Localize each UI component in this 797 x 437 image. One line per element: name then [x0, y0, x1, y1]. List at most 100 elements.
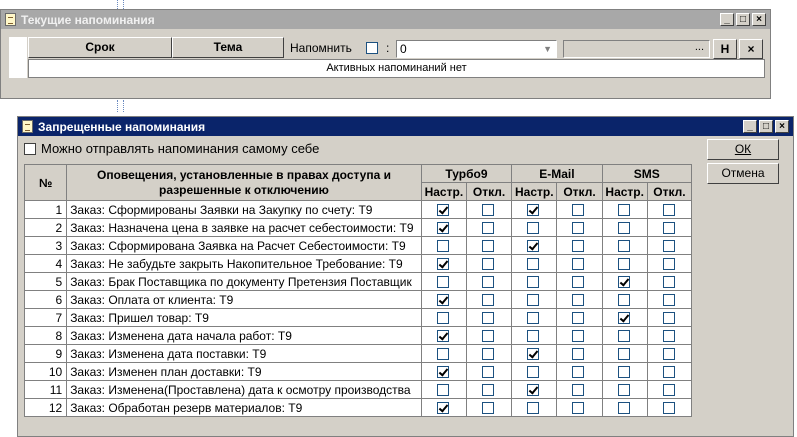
table-row[interactable]: 1 Заказ: Сформированы Заявки на Закупку п… [23, 200, 693, 219]
sms-setting-checkbox[interactable] [617, 276, 630, 288]
email-setting-header[interactable]: Настр. [511, 182, 558, 201]
turbo9-off-header[interactable]: Откл. [465, 182, 513, 201]
sms-off-checkbox[interactable] [662, 330, 675, 342]
reminders-titlebar[interactable]: Текущие напоминания _ □ × [1, 10, 770, 29]
sms-off-checkbox[interactable] [662, 222, 675, 234]
turbo9-off-checkbox[interactable] [481, 402, 494, 414]
turbo9-off-checkbox[interactable] [481, 330, 494, 342]
sms-off-checkbox[interactable] [662, 240, 675, 252]
turbo9-setting-checkbox[interactable] [436, 366, 449, 378]
turbo9-setting-header[interactable]: Настр. [420, 182, 467, 201]
email-setting-checkbox[interactable] [527, 294, 540, 306]
table-row[interactable]: 2 Заказ: Назначена цена в заявке на расче… [23, 218, 693, 237]
turbo9-off-checkbox[interactable] [481, 240, 494, 252]
turbo9-off-checkbox[interactable] [481, 294, 494, 306]
maximize-icon[interactable]: □ [759, 120, 773, 133]
sms-off-checkbox[interactable] [662, 402, 675, 414]
sms-off-checkbox[interactable] [662, 312, 675, 324]
sms-setting-header[interactable]: Настр. [601, 182, 648, 201]
email-setting-checkbox[interactable] [527, 402, 540, 414]
email-off-checkbox[interactable] [572, 366, 585, 378]
email-off-checkbox[interactable] [572, 204, 585, 216]
turbo9-off-checkbox[interactable] [481, 258, 494, 270]
email-off-checkbox[interactable] [572, 312, 585, 324]
close-icon[interactable]: × [752, 13, 766, 26]
turbo9-setting-checkbox[interactable] [436, 294, 449, 306]
email-setting-checkbox[interactable] [527, 366, 540, 378]
self-send-checkbox[interactable] [24, 143, 36, 155]
splitter-handle[interactable] [117, 0, 124, 9]
sms-off-header[interactable]: Откл. [646, 182, 693, 201]
email-off-checkbox[interactable] [572, 222, 585, 234]
email-setting-checkbox[interactable] [527, 204, 540, 216]
ok-button[interactable]: ОК [707, 139, 779, 160]
email-setting-checkbox[interactable] [527, 348, 540, 360]
col-subject-header[interactable]: Тема [172, 37, 284, 58]
remind-date-field[interactable]: ... [563, 40, 710, 58]
col-num-header[interactable]: № [23, 164, 68, 201]
sms-setting-checkbox[interactable] [617, 384, 630, 396]
sms-setting-checkbox[interactable] [617, 312, 630, 324]
table-row[interactable]: 12 Заказ: Обработан резерв материалов: Т9 [23, 398, 693, 417]
sms-off-checkbox[interactable] [662, 258, 675, 270]
email-off-checkbox[interactable] [572, 402, 585, 414]
turbo9-setting-checkbox[interactable] [436, 222, 449, 234]
sms-off-checkbox[interactable] [662, 204, 675, 216]
email-setting-checkbox[interactable] [527, 276, 540, 288]
sms-setting-checkbox[interactable] [617, 402, 630, 414]
turbo9-off-checkbox[interactable] [481, 384, 494, 396]
table-row[interactable]: 6 Заказ: Оплата от клиента: Т9 [23, 290, 693, 309]
sms-off-checkbox[interactable] [662, 276, 675, 288]
turbo9-setting-checkbox[interactable] [436, 276, 449, 288]
table-row[interactable]: 7 Заказ: Пришел товар: Т9 [23, 308, 693, 327]
email-off-checkbox[interactable] [572, 240, 585, 252]
sms-setting-checkbox[interactable] [617, 330, 630, 342]
email-setting-checkbox[interactable] [527, 240, 540, 252]
table-row[interactable]: 11 Заказ: Изменена(Проставлена) дата к ос… [23, 380, 693, 399]
remind-checkbox[interactable] [366, 42, 378, 54]
sms-off-checkbox[interactable] [662, 348, 675, 360]
turbo9-setting-checkbox[interactable] [436, 330, 449, 342]
minimize-icon[interactable]: _ [743, 120, 757, 133]
table-row[interactable]: 4 Заказ: Не забудьте закрыть Накопительно… [23, 254, 693, 273]
turbo9-setting-checkbox[interactable] [436, 258, 449, 270]
sms-setting-checkbox[interactable] [617, 240, 630, 252]
email-off-checkbox[interactable] [572, 330, 585, 342]
email-setting-checkbox[interactable] [527, 330, 540, 342]
sms-setting-checkbox[interactable] [617, 222, 630, 234]
turbo9-setting-checkbox[interactable] [436, 402, 449, 414]
turbo9-off-checkbox[interactable] [481, 204, 494, 216]
table-row[interactable]: 5 Заказ: Брак Поставщика по документу Пре… [23, 272, 693, 291]
turbo9-off-checkbox[interactable] [481, 366, 494, 378]
splitter-handle[interactable] [117, 100, 124, 112]
turbo9-off-checkbox[interactable] [481, 222, 494, 234]
sms-setting-checkbox[interactable] [617, 204, 630, 216]
clear-button[interactable]: × [739, 39, 763, 59]
table-row[interactable]: 10 Заказ: Изменен план доставки: Т9 [23, 362, 693, 381]
sms-off-checkbox[interactable] [662, 294, 675, 306]
sms-setting-checkbox[interactable] [617, 258, 630, 270]
cancel-button[interactable]: Отмена [707, 163, 779, 184]
email-off-checkbox[interactable] [572, 258, 585, 270]
email-setting-checkbox[interactable] [527, 258, 540, 270]
email-off-checkbox[interactable] [572, 294, 585, 306]
turbo9-off-checkbox[interactable] [481, 348, 494, 360]
forbidden-titlebar[interactable]: Запрещенные напоминания _ □ × [18, 117, 793, 136]
ellipsis-button[interactable]: ... [695, 41, 704, 53]
email-setting-checkbox[interactable] [527, 222, 540, 234]
close-icon[interactable]: × [775, 120, 789, 133]
turbo9-setting-checkbox[interactable] [436, 204, 449, 216]
table-row[interactable]: 8 Заказ: Изменена дата начала работ: Т9 [23, 326, 693, 345]
email-setting-checkbox[interactable] [527, 384, 540, 396]
email-off-header[interactable]: Откл. [556, 182, 603, 201]
table-row[interactable]: 9 Заказ: Изменена дата поставки: Т9 [23, 344, 693, 363]
remind-interval-select[interactable]: 0 ▼ [396, 40, 557, 58]
sms-off-checkbox[interactable] [662, 366, 675, 378]
email-off-checkbox[interactable] [572, 384, 585, 396]
turbo9-setting-checkbox[interactable] [436, 348, 449, 360]
email-off-checkbox[interactable] [572, 276, 585, 288]
email-off-checkbox[interactable] [572, 348, 585, 360]
h-button[interactable]: Н [713, 39, 737, 59]
email-setting-checkbox[interactable] [527, 312, 540, 324]
sms-setting-checkbox[interactable] [617, 348, 630, 360]
